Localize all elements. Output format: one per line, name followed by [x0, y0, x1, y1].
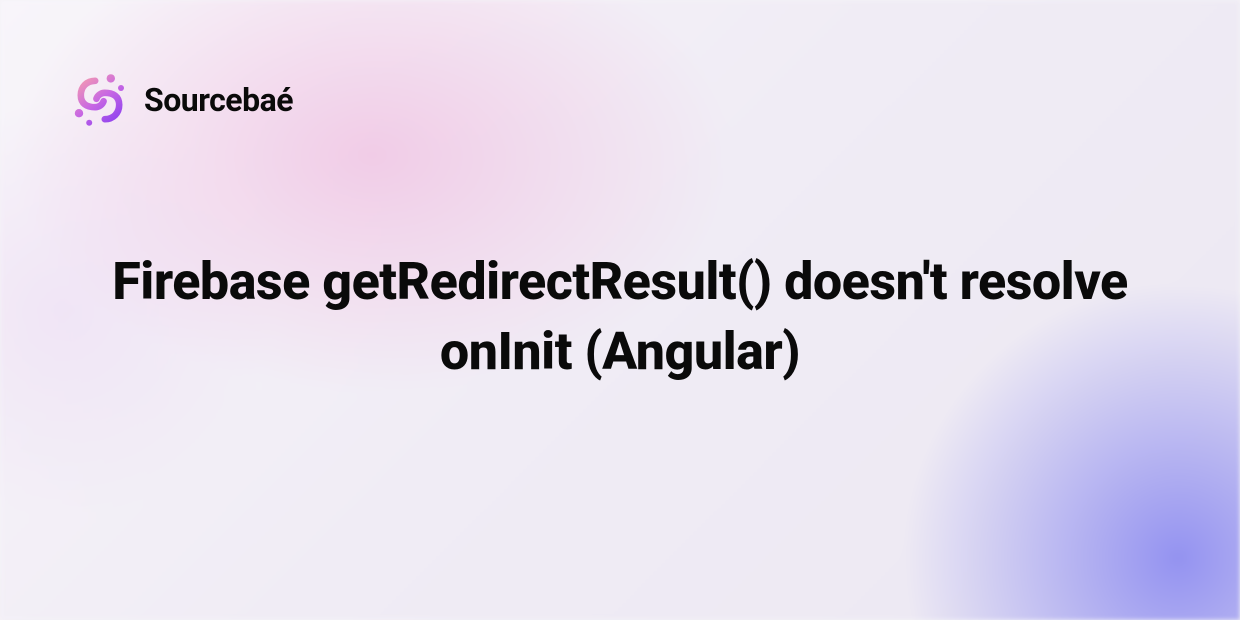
sourcebae-logo-icon: [70, 70, 130, 130]
brand-logo: Sourcebaé: [70, 70, 293, 130]
page-headline: Firebase getRedirectResult() doesn't res…: [62, 247, 1178, 387]
brand-name: Sourcebaé: [144, 81, 293, 119]
content-container: Sourcebaé Firebase getRedirectResult() d…: [0, 0, 1240, 620]
